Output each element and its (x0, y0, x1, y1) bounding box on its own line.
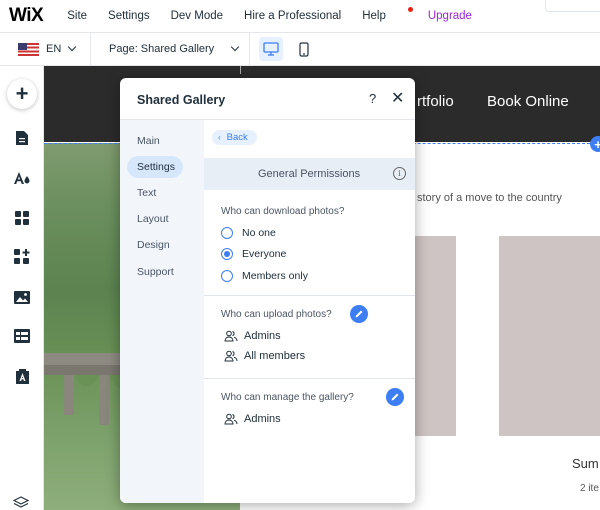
table-icon (14, 329, 30, 343)
page-selector-label: Page: Shared Gallery (109, 43, 215, 55)
divider (204, 295, 415, 296)
theme-icon (14, 172, 30, 184)
chevron-down-icon (68, 42, 77, 52)
menu-help[interactable]: Help (362, 7, 413, 22)
language-selector[interactable]: EN (18, 42, 90, 56)
apps-button[interactable] (7, 203, 37, 233)
top-menu: Site Settings Dev Mode Hire a Profession… (67, 7, 493, 22)
mobile-icon (299, 41, 309, 57)
radio-button-selected[interactable] (221, 248, 233, 260)
tab-text[interactable]: Text (137, 187, 156, 199)
top-right-tab[interactable] (545, 0, 600, 12)
role-label: All members (244, 350, 306, 362)
menu-upgrade[interactable]: Upgrade (428, 10, 472, 22)
edit-upload-permissions-button[interactable] (350, 305, 368, 323)
notification-dot (407, 7, 413, 12)
site-nav-book-online[interactable]: Book Online (487, 93, 569, 110)
back-label: Back (226, 132, 248, 143)
chevron-down-icon (230, 42, 240, 52)
radio-label: Everyone (242, 248, 287, 260)
radio-no-one[interactable]: No one (221, 227, 276, 239)
site-nav-portfolio[interactable]: rtfolio (417, 93, 454, 110)
layers-icon (12, 496, 30, 508)
section-title: General Permissions (258, 168, 361, 180)
gallery-tile[interactable] (499, 236, 600, 436)
apps-grid-icon (15, 211, 29, 225)
panel-content: ‹ Back General Permissions i Who can dow… (204, 120, 415, 503)
pencil-icon (391, 393, 399, 401)
gallery-tile[interactable] (414, 236, 456, 436)
language-code: EN (46, 43, 62, 55)
menu-help-label: Help (362, 10, 386, 22)
help-button[interactable]: ? (369, 91, 376, 106)
add-icon: + (15, 81, 29, 106)
gallery-item-title: Sum (572, 456, 599, 471)
page-selector[interactable]: Page: Shared Gallery (91, 42, 249, 55)
back-button[interactable]: ‹ Back (212, 130, 257, 145)
role-admins: Admins (224, 413, 281, 425)
media-button[interactable] (7, 282, 37, 312)
role-admins: Admins (224, 330, 281, 342)
left-toolbar: + (0, 66, 44, 510)
section-header: General Permissions i (204, 158, 415, 190)
add-elements-button[interactable]: + (7, 79, 37, 109)
pencil-icon (355, 310, 363, 318)
ruler-tick (240, 66, 241, 74)
portfolio-button[interactable] (7, 361, 37, 391)
close-button[interactable]: ✕ (391, 88, 404, 108)
portfolio-icon (15, 369, 29, 384)
radio-members-only[interactable]: Members only (221, 270, 308, 282)
cms-button[interactable] (7, 321, 37, 351)
pages-button[interactable] (7, 123, 37, 153)
role-label: Admins (244, 330, 281, 342)
add-apps-icon (14, 249, 30, 264)
media-icon (14, 290, 30, 304)
chevron-left-icon: ‹ (218, 133, 221, 142)
add-apps-button[interactable] (7, 242, 37, 272)
info-icon[interactable]: i (393, 167, 406, 180)
wix-logo[interactable]: WiX (9, 5, 44, 27)
users-icon (224, 413, 238, 425)
tab-design[interactable]: Design (137, 239, 170, 251)
role-all-members: All members (224, 350, 305, 362)
radio-label: Members only (242, 270, 308, 282)
role-label: Admins (244, 413, 281, 425)
gallery-item-count: 2 ite (580, 483, 599, 494)
layers-button[interactable] (12, 496, 30, 510)
manage-question: Who can manage the gallery? (221, 392, 354, 403)
users-icon (224, 330, 238, 342)
menu-hire-professional[interactable]: Hire a Professional (244, 10, 341, 22)
radio-everyone[interactable]: Everyone (221, 248, 286, 260)
gallery-description: story of a move to the country (417, 192, 562, 204)
users-icon (224, 350, 238, 362)
pages-icon (16, 131, 28, 145)
tab-main[interactable]: Main (137, 135, 160, 147)
divider (249, 32, 250, 66)
tab-layout[interactable]: Layout (137, 213, 169, 225)
menu-settings[interactable]: Settings (108, 10, 150, 22)
panel-title: Shared Gallery (137, 93, 226, 107)
radio-button[interactable] (221, 227, 233, 239)
editor-subbar: EN Page: Shared Gallery (0, 32, 600, 66)
tab-settings[interactable]: Settings (127, 156, 183, 178)
panel-header: Shared Gallery ? ✕ (120, 78, 415, 120)
radio-button[interactable] (221, 270, 233, 282)
panel-side-nav: Main Settings Text Layout Design Support (120, 120, 204, 503)
shared-gallery-settings-panel: Shared Gallery ? ✕ Main Settings Text La… (120, 78, 415, 503)
mobile-view-button[interactable] (292, 37, 316, 61)
tab-support[interactable]: Support (137, 266, 174, 278)
menu-site[interactable]: Site (67, 10, 87, 22)
top-bar: WiX Site Settings Dev Mode Hire a Profes… (0, 0, 600, 33)
add-section-handle[interactable]: + (590, 136, 600, 152)
upload-question: Who can upload photos? (221, 309, 332, 320)
download-question: Who can download photos? (221, 206, 345, 217)
divider (204, 378, 415, 379)
theme-button[interactable] (7, 163, 37, 193)
desktop-icon (263, 42, 279, 56)
us-flag-icon (18, 42, 39, 56)
radio-label: No one (242, 227, 276, 239)
menu-dev-mode[interactable]: Dev Mode (171, 10, 223, 22)
desktop-view-button[interactable] (259, 37, 283, 61)
edit-manage-permissions-button[interactable] (386, 388, 404, 406)
